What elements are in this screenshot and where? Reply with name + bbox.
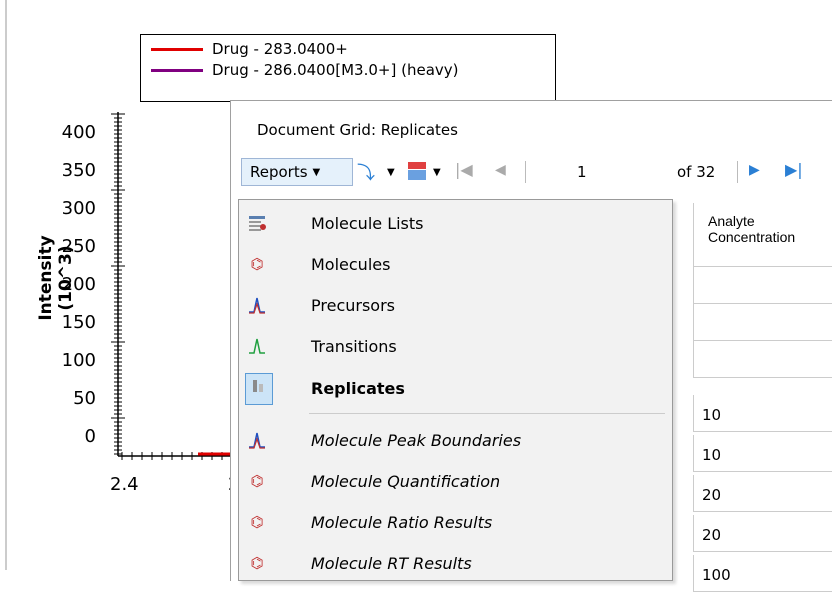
table-cell[interactable] bbox=[693, 304, 832, 341]
menu-item-label: Molecule Ratio Results bbox=[311, 512, 493, 532]
toolbar-divider bbox=[525, 161, 526, 183]
molecule-icon: ⌬ bbox=[250, 472, 264, 490]
reports-label: Reports bbox=[250, 163, 308, 181]
menu-item-label: Transitions bbox=[311, 336, 397, 356]
column-header-line: Concentration bbox=[708, 229, 796, 245]
page-number-input[interactable]: 1 bbox=[577, 163, 587, 181]
first-page-icon[interactable]: |◀ bbox=[455, 160, 473, 179]
menu-item-label: Molecules bbox=[311, 254, 391, 274]
chart-legend: Drug - 283.0400+ Drug - 286.0400[M3.0+] … bbox=[140, 34, 556, 102]
x-tick-label: 2.4 bbox=[110, 474, 139, 495]
last-page-icon[interactable]: ▶| bbox=[785, 160, 803, 179]
menu-item-label: Molecule Lists bbox=[311, 213, 424, 233]
toolbar-divider bbox=[737, 161, 738, 183]
column-header-analyte-concentration[interactable]: Analyte Concentration bbox=[693, 203, 832, 267]
chevron-down-icon[interactable]: ▼ bbox=[387, 167, 395, 178]
expand-columns-icon[interactable]: ⤵ bbox=[357, 159, 375, 185]
menu-item-molecule-peak-boundaries[interactable]: Molecule Peak Boundaries bbox=[239, 420, 672, 460]
chevron-down-icon[interactable]: ▼ bbox=[433, 167, 441, 178]
column-header-line: Analyte bbox=[708, 213, 755, 229]
y-axis bbox=[111, 112, 125, 456]
menu-item-replicates[interactable]: Replicates bbox=[239, 368, 672, 408]
y-tick-label: 350 bbox=[61, 160, 96, 181]
menu-item-molecules[interactable]: ⌬ Molecules bbox=[239, 244, 672, 284]
menu-item-label: Molecule Quantification bbox=[311, 471, 501, 491]
grid-toolbar: Reports ▼ ⤵ ▼ ▼ |◀ ◀ 1 of 32 ▶ ▶| bbox=[241, 155, 832, 189]
table-cell[interactable] bbox=[693, 341, 832, 378]
menu-item-label: Molecule Peak Boundaries bbox=[311, 430, 522, 450]
table-cell[interactable]: 10 bbox=[693, 395, 832, 432]
menu-item-transitions[interactable]: Transitions bbox=[239, 326, 672, 366]
legend-swatch-red bbox=[151, 47, 203, 51]
transition-peak-icon bbox=[247, 336, 267, 356]
molecule-icon: ⌬ bbox=[250, 255, 264, 273]
y-tick-label: 100 bbox=[61, 350, 96, 371]
menu-item-molecule-quantification[interactable]: ⌬ Molecule Quantification bbox=[239, 461, 672, 501]
legend-label: Drug - 286.0400[M3.0+] (heavy) bbox=[212, 61, 459, 79]
table-cell[interactable]: 100 bbox=[693, 555, 832, 592]
reports-dropdown-button[interactable]: Reports ▼ bbox=[241, 158, 353, 186]
y-tick-label: 300 bbox=[61, 198, 96, 219]
menu-item-label: Replicates bbox=[311, 378, 405, 398]
menu-item-precursors[interactable]: Precursors bbox=[239, 285, 672, 325]
menu-item-label: Precursors bbox=[311, 295, 395, 315]
precursor-peak-icon bbox=[247, 430, 267, 450]
y-tick-label: 0 bbox=[84, 426, 96, 447]
chevron-down-icon: ▼ bbox=[312, 166, 321, 178]
grid-title: Document Grid: Replicates bbox=[257, 121, 458, 139]
menu-divider bbox=[309, 413, 665, 414]
reports-menu: Molecule Lists ⌬ Molecules Precursors Tr… bbox=[238, 199, 673, 581]
y-tick-label: 250 bbox=[61, 236, 96, 257]
y-tick-label: 400 bbox=[61, 122, 96, 143]
menu-item-molecule-lists[interactable]: Molecule Lists bbox=[239, 203, 672, 243]
table-cell[interactable] bbox=[693, 267, 832, 304]
legend-label: Drug - 283.0400+ bbox=[212, 40, 348, 58]
layout-icon[interactable] bbox=[407, 161, 427, 185]
table-cell[interactable]: 20 bbox=[693, 515, 832, 552]
menu-item-molecule-ratio-results[interactable]: ⌬ Molecule Ratio Results bbox=[239, 502, 672, 542]
legend-swatch-purple bbox=[151, 68, 203, 72]
prev-page-icon[interactable]: ◀ bbox=[495, 162, 506, 178]
table-cell[interactable]: 10 bbox=[693, 435, 832, 472]
next-page-icon[interactable]: ▶ bbox=[749, 162, 760, 178]
molecule-lists-icon bbox=[247, 213, 267, 233]
y-tick-label: 150 bbox=[61, 312, 96, 333]
y-tick-label: 50 bbox=[73, 388, 96, 409]
x-axis bbox=[118, 452, 240, 460]
legend-entry-light: Drug - 283.0400+ bbox=[141, 39, 348, 59]
table-cell[interactable]: 20 bbox=[693, 475, 832, 512]
menu-item-molecule-rt-results[interactable]: ⌬ Molecule RT Results bbox=[239, 543, 672, 583]
page-count: of 32 bbox=[677, 163, 716, 181]
legend-entry-heavy: Drug - 286.0400[M3.0+] (heavy) bbox=[141, 60, 459, 80]
layout-icon-graphic bbox=[408, 162, 426, 180]
y-tick-label: 200 bbox=[61, 274, 96, 295]
replicate-icon bbox=[245, 373, 273, 405]
molecule-icon: ⌬ bbox=[250, 554, 264, 572]
molecule-icon: ⌬ bbox=[250, 513, 264, 531]
precursor-peak-icon bbox=[247, 295, 267, 315]
